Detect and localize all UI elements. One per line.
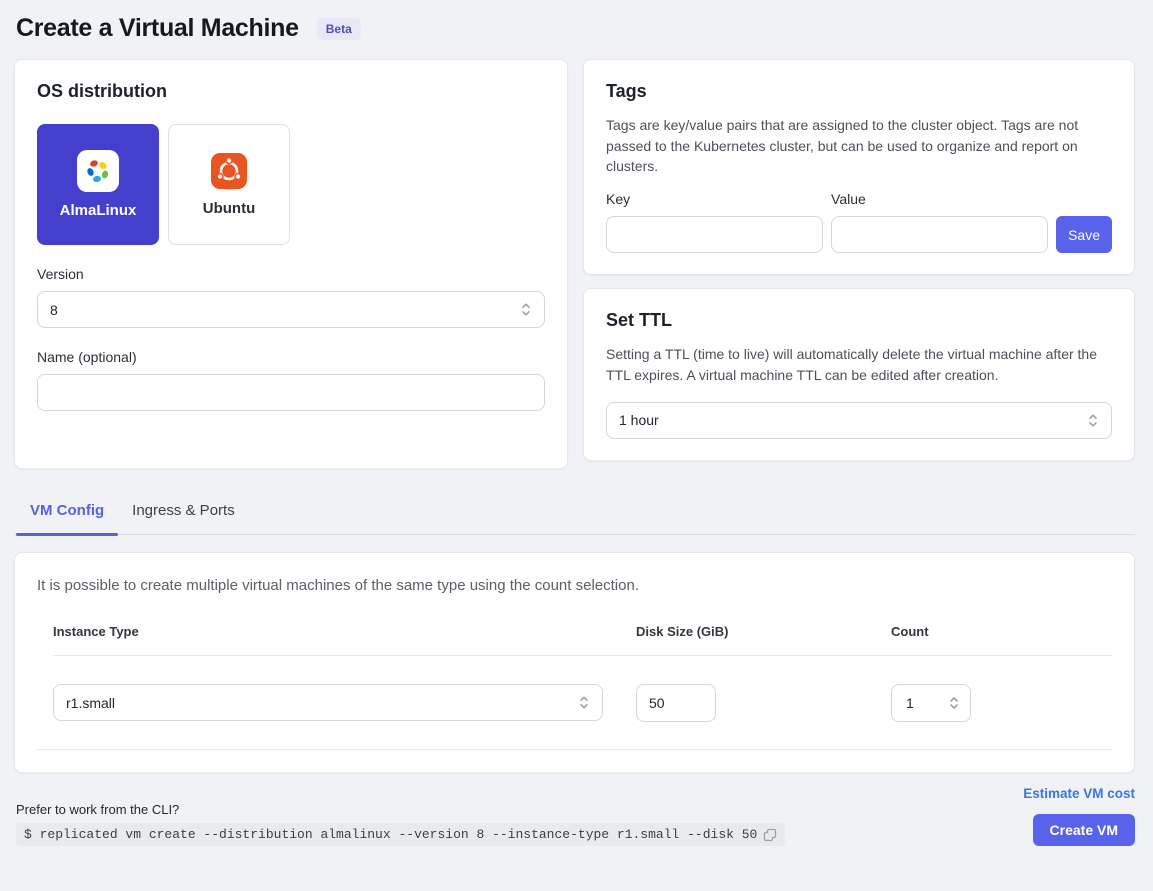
os-tile-ubuntu[interactable]: Ubuntu	[168, 124, 290, 245]
count-value: 1	[906, 695, 914, 711]
ttl-select[interactable]: 1 hour	[606, 402, 1112, 439]
ttl-description: Setting a TTL (time to live) will automa…	[606, 344, 1112, 385]
tabs-bar: VM Config Ingress & Ports	[14, 494, 1135, 535]
chevron-up-down-icon	[520, 302, 532, 317]
cli-prompt-text: Prefer to work from the CLI?	[16, 802, 785, 817]
instance-type-select[interactable]: r1.small	[53, 684, 603, 721]
vm-table-header: Instance Type Disk Size (GiB) Count	[53, 624, 1112, 656]
vm-table-row: r1.small 1	[53, 656, 1112, 749]
count-stepper[interactable]: 1	[891, 684, 971, 722]
tags-description: Tags are key/value pairs that are assign…	[606, 115, 1112, 177]
create-vm-page: Create a Virtual Machine Beta OS distrib…	[0, 0, 1153, 846]
disk-size-input[interactable]	[636, 684, 716, 722]
tags-card-title: Tags	[606, 81, 1112, 102]
os-tile-label: Ubuntu	[203, 200, 255, 217]
column-instance-type: Instance Type	[53, 624, 636, 655]
chevron-up-down-icon	[1087, 413, 1099, 428]
right-column: Tags Tags are key/value pairs that are a…	[583, 59, 1135, 461]
ubuntu-icon	[210, 152, 248, 190]
ttl-card: Set TTL Setting a TTL (time to live) wil…	[583, 288, 1135, 460]
tab-vm-config[interactable]: VM Config	[16, 494, 118, 534]
version-select[interactable]: 8	[37, 291, 545, 328]
ttl-card-title: Set TTL	[606, 310, 1112, 331]
vm-table: Instance Type Disk Size (GiB) Count r1.s…	[53, 624, 1112, 750]
name-label: Name (optional)	[37, 349, 545, 365]
instance-type-value: r1.small	[66, 695, 115, 711]
tab-ingress-ports[interactable]: Ingress & Ports	[118, 494, 249, 534]
version-label: Version	[37, 266, 545, 282]
tag-value-input[interactable]	[831, 216, 1048, 253]
tag-key-input[interactable]	[606, 216, 823, 253]
create-vm-button[interactable]: Create VM	[1033, 814, 1135, 846]
os-tiles: AlmaLinux Ubuntu	[37, 124, 545, 245]
column-disk-size: Disk Size (GiB)	[636, 624, 891, 655]
chevron-up-down-icon	[578, 695, 590, 710]
column-count: Count	[891, 624, 1112, 655]
save-tag-button[interactable]: Save	[1056, 216, 1112, 253]
ttl-select-value: 1 hour	[619, 412, 659, 428]
copy-icon[interactable]	[763, 828, 777, 842]
cli-command-text: $ replicated vm create --distribution al…	[24, 827, 757, 842]
almalinux-icon	[77, 150, 119, 192]
name-input[interactable]	[37, 374, 545, 411]
beta-badge: Beta	[317, 18, 361, 40]
version-select-value: 8	[50, 302, 58, 318]
chevron-up-down-icon	[948, 695, 960, 711]
vm-config-intro: It is possible to create multiple virtua…	[37, 577, 1112, 594]
vm-config-card: It is possible to create multiple virtua…	[14, 552, 1135, 773]
estimate-vm-cost-link[interactable]: Estimate VM cost	[1023, 786, 1135, 801]
footer: Prefer to work from the CLI? $ replicate…	[14, 786, 1135, 846]
row-divider	[37, 749, 1112, 750]
os-tile-almalinux[interactable]: AlmaLinux	[37, 124, 159, 245]
os-distribution-card: OS distribution	[14, 59, 568, 469]
footer-actions: Estimate VM cost Create VM	[1023, 786, 1135, 846]
tags-form: Key Value Save	[606, 191, 1112, 253]
tag-value-label: Value	[831, 191, 1048, 207]
cli-section: Prefer to work from the CLI? $ replicate…	[14, 802, 785, 846]
top-grid: OS distribution	[14, 59, 1135, 469]
os-tile-label: AlmaLinux	[60, 202, 137, 219]
os-card-title: OS distribution	[37, 81, 545, 102]
page-header: Create a Virtual Machine Beta	[14, 12, 1135, 59]
tags-card: Tags Tags are key/value pairs that are a…	[583, 59, 1135, 275]
page-title: Create a Virtual Machine	[16, 14, 299, 43]
tag-key-label: Key	[606, 191, 823, 207]
cli-command-box: $ replicated vm create --distribution al…	[16, 823, 785, 846]
